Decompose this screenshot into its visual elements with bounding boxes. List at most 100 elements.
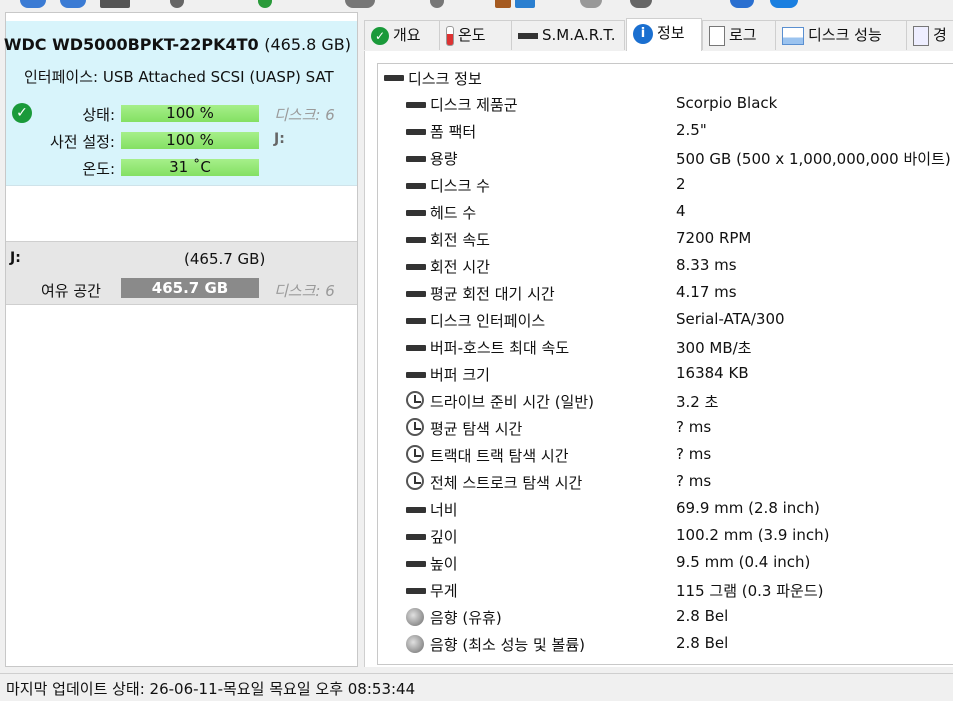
info-value: ? ms xyxy=(676,472,712,490)
speaker-icon xyxy=(406,608,424,626)
drive-icon xyxy=(406,237,426,243)
volume-item[interactable]: J: (465.7 GB) 여유 공간 465.7 GB 디스크: 6 xyxy=(6,241,357,305)
info-row[interactable]: 높이 9.5 mm (0.4 inch) xyxy=(406,551,953,575)
preset-drive-letter: J: xyxy=(274,131,285,147)
tab-overview[interactable]: ✓ 개요 xyxy=(364,20,440,50)
tab-warnings[interactable]: 경 xyxy=(906,20,953,50)
info-row[interactable]: 회전 속도 7200 RPM xyxy=(406,227,953,251)
toolbar-button-11[interactable] xyxy=(630,0,652,8)
volume-name: J: xyxy=(10,250,21,266)
drive-icon xyxy=(406,210,426,216)
info-value: 69.9 mm (2.8 inch) xyxy=(676,499,820,517)
tab-info[interactable]: i 정보 xyxy=(626,18,702,52)
info-value: 4.17 ms xyxy=(676,283,737,301)
drive-icon xyxy=(406,129,426,135)
document-icon xyxy=(709,25,725,46)
toolbar xyxy=(0,0,953,12)
clipboard-icon xyxy=(913,25,929,46)
info-value: ? ms xyxy=(676,445,712,463)
toolbar-button-4[interactable] xyxy=(170,0,184,8)
info-row[interactable]: 디스크 수 2 xyxy=(406,173,953,197)
disk-model-name: WDC WD5000BPKT-22PK4T0 xyxy=(3,35,259,54)
info-key: 디스크 인터페이스 xyxy=(430,312,546,330)
info-value: 7200 RPM xyxy=(676,229,752,247)
toolbar-button-13[interactable] xyxy=(770,0,798,8)
tab-disk-performance[interactable]: 디스크 성능 xyxy=(775,20,907,50)
info-key: 용량 xyxy=(430,150,458,168)
info-key: 폼 팩터 xyxy=(430,123,477,141)
info-row[interactable]: 용량 500 GB (500 x 1,000,000,000 바이트) xyxy=(406,146,953,170)
info-row[interactable]: 너비 69.9 mm (2.8 inch) xyxy=(406,497,953,521)
info-key: 평균 탐색 시간 xyxy=(430,420,523,438)
section-header: 디스크 정보 xyxy=(384,68,482,90)
info-value: 2.8 Bel xyxy=(676,607,729,625)
tab-label: 로그 xyxy=(729,26,757,44)
interface-value: USB Attached SCSI (UASP) SAT xyxy=(102,68,334,86)
toolbar-button-12[interactable] xyxy=(730,0,754,8)
toolbar-button-1[interactable] xyxy=(20,0,46,8)
interface-label: 인터페이스: xyxy=(24,68,99,86)
info-row[interactable]: 깊이 100.2 mm (3.9 inch) xyxy=(406,524,953,548)
clock-icon xyxy=(406,418,424,436)
info-key: 음향 (유휴) xyxy=(430,609,502,627)
info-row[interactable]: 평균 회전 대기 시간 4.17 ms xyxy=(406,281,953,305)
tab-label: 디스크 성능 xyxy=(808,26,882,44)
clock-icon xyxy=(406,472,424,490)
tab-smart[interactable]: S.M.A.R.T. xyxy=(511,20,625,50)
disk-summary[interactable]: WDC WD5000BPKT-22PK4T0 (465.8 GB) 인터페이스:… xyxy=(4,21,357,186)
toolbar-button-5[interactable] xyxy=(258,0,272,8)
info-value: 100.2 mm (3.9 inch) xyxy=(676,526,830,544)
info-key: 버퍼 크기 xyxy=(430,366,490,384)
check-icon: ✓ xyxy=(12,103,32,123)
info-value: 115 그램 (0.3 파운드) xyxy=(676,582,824,600)
status-bar: 100 % xyxy=(121,105,259,122)
tab-label: S.M.A.R.T. xyxy=(542,26,616,44)
info-row[interactable]: 회전 시간 8.33 ms xyxy=(406,254,953,278)
disk-info-list[interactable]: 디스크 정보 디스크 제품군 Scorpio Black 폼 팩터 2.5" 용량 500… xyxy=(377,63,953,665)
preset-bar: 100 % xyxy=(121,132,259,149)
info-row[interactable]: 음향 (유휴) 2.8 Bel xyxy=(406,605,953,629)
drive-icon xyxy=(406,372,426,378)
check-icon: ✓ xyxy=(371,26,389,45)
info-row[interactable]: 트랙대 트랙 탐색 시간 ? ms xyxy=(406,443,953,467)
free-space-label: 여유 공간 xyxy=(41,282,101,300)
info-row[interactable]: 헤드 수 4 xyxy=(406,200,953,224)
toolbar-button-6[interactable] xyxy=(345,0,375,8)
toolbar-button-9[interactable] xyxy=(515,0,535,8)
info-row[interactable]: 폼 팩터 2.5" xyxy=(406,119,953,143)
info-row[interactable]: 전체 스트로크 탐색 시간 ? ms xyxy=(406,470,953,494)
info-row[interactable]: 평균 탐색 시간 ? ms xyxy=(406,416,953,440)
info-key: 회전 속도 xyxy=(430,231,490,249)
info-row[interactable]: 버퍼 크기 16384 KB xyxy=(406,362,953,386)
info-key: 헤드 수 xyxy=(430,204,477,222)
drive-icon xyxy=(518,32,538,39)
info-row[interactable]: 드라이브 준비 시간 (일반) 3.2 초 xyxy=(406,389,953,413)
tab-temperature[interactable]: 온도 xyxy=(439,20,512,50)
disk-model: WDC WD5000BPKT-22PK4T0 (465.8 GB) xyxy=(4,35,351,54)
info-row[interactable]: 디스크 제품군 Scorpio Black xyxy=(406,92,953,116)
speaker-icon xyxy=(406,635,424,653)
toolbar-button-7[interactable] xyxy=(430,0,444,8)
info-value: 16384 KB xyxy=(676,364,749,382)
temperature-label: 온도: xyxy=(82,160,115,178)
disk-interface: 인터페이스: USB Attached SCSI (UASP) SAT xyxy=(24,66,357,87)
toolbar-button-8[interactable] xyxy=(495,0,511,8)
preset-label: 사전 설정: xyxy=(49,133,115,151)
info-value: 2.5" xyxy=(676,121,707,139)
info-value: 9.5 mm (0.4 inch) xyxy=(676,553,811,571)
toolbar-button-2[interactable] xyxy=(60,0,86,8)
toolbar-button-10[interactable] xyxy=(580,0,602,8)
info-key: 깊이 xyxy=(430,528,458,546)
tab-label: 온도 xyxy=(458,26,486,44)
drive-icon xyxy=(406,264,426,270)
toolbar-button-3[interactable] xyxy=(100,0,130,8)
info-value: 300 MB/초 xyxy=(676,339,752,357)
info-row[interactable]: 음향 (최소 성능 및 볼륨) 2.8 Bel xyxy=(406,632,953,656)
info-key: 버퍼-호스트 최대 속도 xyxy=(430,339,570,357)
info-row[interactable]: 버퍼-호스트 최대 속도 300 MB/초 xyxy=(406,335,953,359)
tab-log[interactable]: 로그 xyxy=(702,20,776,50)
info-value: 2 xyxy=(676,175,686,193)
info-row[interactable]: 디스크 인터페이스 Serial-ATA/300 xyxy=(406,308,953,332)
tab-label: 경 xyxy=(933,26,947,44)
info-row[interactable]: 무게 115 그램 (0.3 파운드) xyxy=(406,578,953,602)
